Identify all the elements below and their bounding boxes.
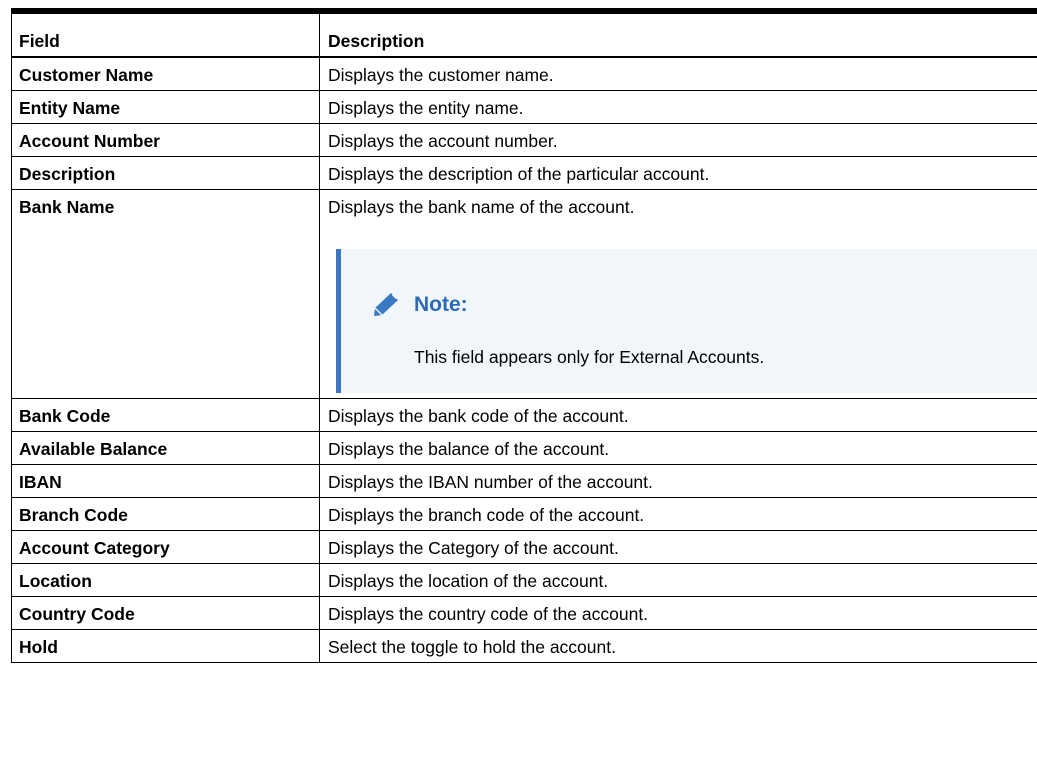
field-name: Description (11, 156, 320, 190)
field-description: Displays the location of the account. (319, 563, 1037, 597)
field-name: Country Code (11, 596, 320, 630)
field-description: Displays the account number. (319, 123, 1037, 157)
field-description: Displays the branch code of the account. (319, 497, 1037, 531)
note-callout: Note: This field appears only for Extern… (336, 249, 1037, 393)
table-row: Account Number Displays the account numb… (11, 123, 1037, 157)
table-row: Hold Select the toggle to hold the accou… (11, 629, 1037, 663)
field-description: Displays the Category of the account. (319, 530, 1037, 564)
field-name: Available Balance (11, 431, 320, 465)
field-name: Branch Code (11, 497, 320, 531)
field-name: Bank Name (11, 189, 320, 399)
field-description: Select the toggle to hold the account. (319, 629, 1037, 663)
table-row: Country Code Displays the country code o… (11, 596, 1037, 630)
table-row: Customer Name Displays the customer name… (11, 56, 1037, 91)
field-name: Account Category (11, 530, 320, 564)
field-description: Displays the IBAN number of the account. (319, 464, 1037, 498)
field-name: Bank Code (11, 398, 320, 432)
field-name: Location (11, 563, 320, 597)
field-name: Hold (11, 629, 320, 663)
table-row: Account Category Displays the Category o… (11, 530, 1037, 564)
note-title: Note: (414, 292, 468, 316)
table-row: Available Balance Displays the balance o… (11, 431, 1037, 465)
field-description: Displays the customer name. (319, 56, 1037, 91)
table-row: Entity Name Displays the entity name. (11, 90, 1037, 124)
field-description: Displays the description of the particul… (319, 156, 1037, 190)
table-row: Bank Name Displays the bank name of the … (11, 189, 1037, 399)
pencil-icon (371, 291, 403, 317)
note-text: This field appears only for External Acc… (414, 347, 765, 367)
field-name: Entity Name (11, 90, 320, 124)
field-name: Account Number (11, 123, 320, 157)
note-header: Note: (371, 291, 468, 317)
header-field: Field (11, 8, 320, 58)
field-description: Displays the entity name. (319, 90, 1037, 124)
field-description-table: Field Description Customer Name Displays… (11, 8, 1037, 663)
field-name: IBAN (11, 464, 320, 498)
field-description: Displays the bank code of the account. (319, 398, 1037, 432)
header-description: Description (319, 8, 1037, 58)
field-name: Customer Name (11, 56, 320, 91)
table-row: Description Displays the description of … (11, 156, 1037, 190)
table-row: Bank Code Displays the bank code of the … (11, 398, 1037, 432)
table-row: Location Displays the location of the ac… (11, 563, 1037, 597)
table-row: IBAN Displays the IBAN number of the acc… (11, 464, 1037, 498)
table-header-row: Field Description (11, 8, 1037, 58)
table-row: Branch Code Displays the branch code of … (11, 497, 1037, 531)
field-description-cell: Displays the bank name of the account. N… (319, 189, 1037, 399)
field-description: Displays the country code of the account… (319, 596, 1037, 630)
field-description: Displays the balance of the account. (319, 431, 1037, 465)
field-description: Displays the bank name of the account. (328, 197, 635, 217)
